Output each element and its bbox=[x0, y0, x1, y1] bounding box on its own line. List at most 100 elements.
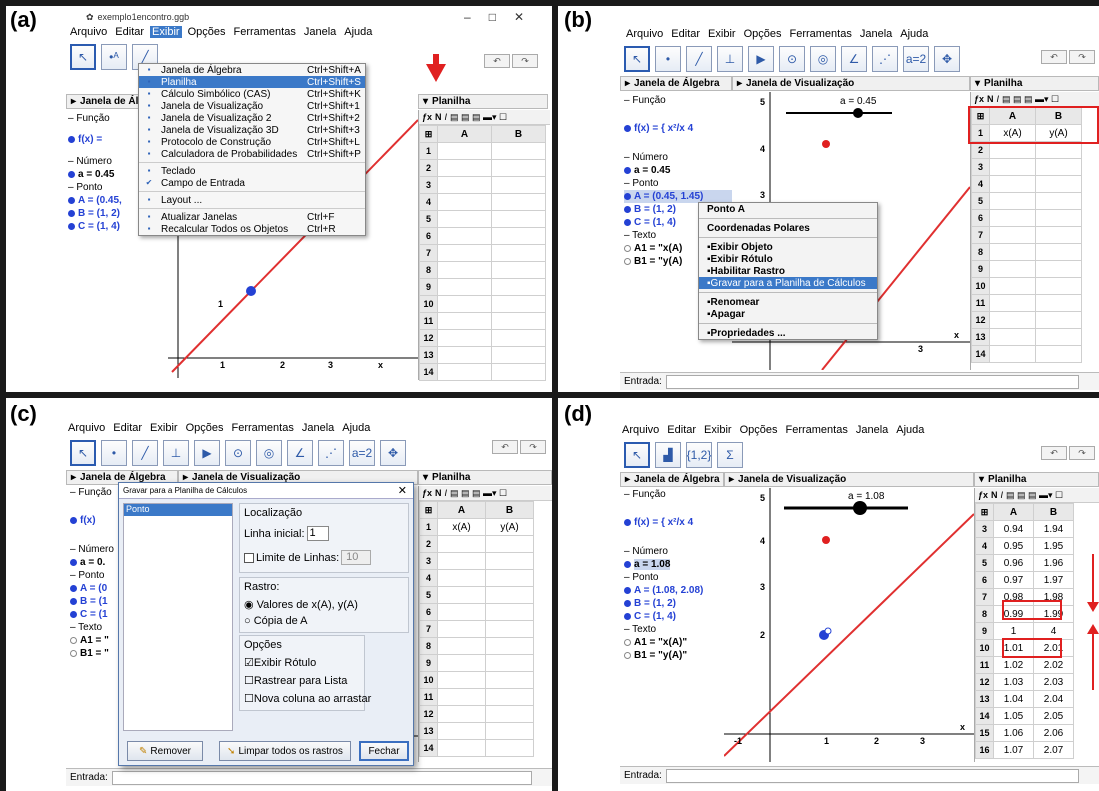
cell[interactable] bbox=[989, 328, 1036, 346]
cell[interactable]: 1.05 bbox=[993, 707, 1034, 725]
cell[interactable] bbox=[437, 722, 486, 740]
cell[interactable] bbox=[989, 175, 1036, 193]
cell[interactable]: 2.03 bbox=[1033, 673, 1074, 691]
cell[interactable] bbox=[989, 277, 1036, 295]
reflect-tool-icon[interactable]: ⋰ bbox=[872, 46, 898, 72]
menu-item-janela[interactable]: Janela bbox=[858, 28, 894, 40]
cell[interactable]: 1.02 bbox=[993, 656, 1034, 674]
cell[interactable] bbox=[437, 552, 486, 570]
context-item-habilitar-rastro[interactable]: ▪ Habilitar Rastro bbox=[699, 265, 877, 277]
row-header[interactable]: 13 bbox=[975, 690, 994, 708]
cell[interactable] bbox=[491, 210, 546, 228]
new-column-checkbox[interactable]: ☐Nova coluna ao arrastar bbox=[244, 692, 371, 705]
cell[interactable] bbox=[1035, 328, 1082, 346]
menu-item-planilha[interactable]: ▪ Planilha Ctrl+Shift+S bbox=[139, 76, 365, 88]
menu-item-arquivo[interactable]: Arquivo bbox=[66, 422, 107, 434]
cell[interactable] bbox=[1035, 226, 1082, 244]
cell[interactable] bbox=[437, 654, 486, 672]
row-header[interactable]: 11 bbox=[419, 312, 438, 330]
menu-item-c-lculo-simb-lico-cas-[interactable]: ▪ Cálculo Simbólico (CAS) Ctrl+Shift+K bbox=[139, 88, 365, 100]
menu-item-ferramentas[interactable]: Ferramentas bbox=[231, 26, 297, 38]
cell[interactable]: 1.95 bbox=[1033, 537, 1074, 555]
cell[interactable] bbox=[437, 637, 486, 655]
row-header[interactable]: 5 bbox=[419, 210, 438, 228]
row-header[interactable]: 10 bbox=[975, 639, 994, 657]
row-header[interactable]: 13 bbox=[419, 722, 438, 740]
cell[interactable]: 2.06 bbox=[1033, 724, 1074, 742]
cell[interactable]: 1.94 bbox=[1033, 520, 1074, 538]
cell[interactable] bbox=[437, 295, 492, 313]
move-view-tool-icon[interactable]: ✥ bbox=[380, 440, 406, 466]
row-header[interactable]: 7 bbox=[975, 588, 994, 606]
cell[interactable] bbox=[989, 311, 1036, 329]
perpendicular-tool-icon[interactable]: ⊥ bbox=[717, 46, 743, 72]
row-header[interactable]: 12 bbox=[419, 705, 438, 723]
row-header[interactable]: 8 bbox=[971, 243, 990, 261]
cell[interactable] bbox=[485, 637, 534, 655]
cell[interactable]: 0.96 bbox=[993, 554, 1034, 572]
row-header[interactable]: 7 bbox=[971, 226, 990, 244]
menu-item-janela[interactable]: Janela bbox=[300, 422, 336, 434]
point-tool-icon[interactable]: • bbox=[101, 440, 127, 466]
row-header[interactable]: 9 bbox=[419, 278, 438, 296]
move-view-tool-icon[interactable]: ✥ bbox=[934, 46, 960, 72]
spreadsheet[interactable]: ƒx N I ▤ ▤ ▤ ▬▾ ☐ ⊞ A B 1 x(A) y(A) 2 3 4 5 6 7 8 9 10… bbox=[418, 486, 552, 762]
cell[interactable] bbox=[989, 192, 1036, 210]
cell[interactable] bbox=[437, 688, 486, 706]
cell[interactable] bbox=[485, 654, 534, 672]
row-header[interactable]: 9 bbox=[971, 260, 990, 278]
menu-item-teclado[interactable]: ▪ Teclado bbox=[139, 165, 365, 177]
row-header[interactable]: 1 bbox=[419, 142, 438, 160]
column-header[interactable]: A bbox=[437, 125, 492, 143]
corner-cell[interactable]: ⊞ bbox=[975, 503, 994, 521]
row-header[interactable]: 11 bbox=[971, 294, 990, 312]
menu-item-ajuda[interactable]: Ajuda bbox=[340, 422, 372, 434]
row-header[interactable]: 14 bbox=[419, 363, 438, 381]
cell[interactable]: 2.04 bbox=[1033, 690, 1074, 708]
cell[interactable] bbox=[437, 603, 486, 621]
cell[interactable] bbox=[485, 722, 534, 740]
angle-tool-icon[interactable]: ∠ bbox=[287, 440, 313, 466]
cell[interactable]: y(A) bbox=[485, 518, 534, 536]
cell[interactable] bbox=[437, 620, 486, 638]
spreadsheet-grid[interactable]: ⊞ A B 1 x(A) y(A) 2 3 4 5 6 7 8 9 10 11 12 13 14 bbox=[971, 107, 1082, 363]
cell[interactable] bbox=[437, 671, 486, 689]
point-tool-icon[interactable]: • bbox=[655, 46, 681, 72]
column-header[interactable]: A bbox=[437, 501, 486, 519]
sum-tool-icon[interactable]: Σ bbox=[717, 442, 743, 468]
slider-tool-icon[interactable]: a=2 bbox=[903, 46, 929, 72]
cell[interactable]: 1 bbox=[993, 622, 1034, 640]
menu-item-atualizar-janelas[interactable]: ▪ Atualizar Janelas Ctrl+F bbox=[139, 211, 365, 223]
spreadsheet[interactable]: ƒx N I ▤ ▤ ▤ ▬▾ ☐ ⊞ A B 1 2 3 4 5 6 7 8 9 10 11 12 13 14 bbox=[418, 110, 550, 381]
row-header[interactable]: 11 bbox=[975, 656, 994, 674]
menu-item-ajuda[interactable]: Ajuda bbox=[342, 26, 374, 38]
input-field[interactable] bbox=[665, 374, 1079, 389]
start-row-input[interactable]: 1 bbox=[306, 526, 329, 541]
corner-cell[interactable]: ⊞ bbox=[419, 501, 438, 519]
cell[interactable] bbox=[437, 586, 486, 604]
window-controls[interactable]: –□✕ bbox=[464, 10, 542, 24]
spreadsheet[interactable]: ƒx N I ▤ ▤ ▤ ▬▾ ☐ ⊞ A B 3 0.94 1.94 4 0.95 1.95 5… bbox=[974, 488, 1099, 762]
cell[interactable] bbox=[485, 739, 534, 757]
undo-icon[interactable]: ↶ bbox=[484, 54, 510, 68]
cell[interactable]: 2.02 bbox=[1033, 656, 1074, 674]
cell[interactable] bbox=[437, 159, 492, 177]
menu-item-ferramentas[interactable]: Ferramentas bbox=[229, 422, 295, 434]
redo-icon[interactable]: ↷ bbox=[512, 54, 538, 68]
menu-item-ajuda[interactable]: Ajuda bbox=[898, 28, 930, 40]
row-header[interactable]: 16 bbox=[975, 741, 994, 759]
menu-item-exibir[interactable]: Exibir bbox=[706, 28, 738, 40]
menu-item-opções[interactable]: Opções bbox=[738, 424, 780, 436]
spreadsheet-grid[interactable]: ⊞ A B 3 0.94 1.94 4 0.95 1.95 5 0.96 1.96 6 0.97 1.97 7… bbox=[975, 503, 1074, 759]
context-item-exibir-r-tulo[interactable]: ▪ Exibir Rótulo bbox=[699, 253, 877, 265]
cell[interactable] bbox=[437, 278, 492, 296]
polygon-tool-icon[interactable]: ▶ bbox=[748, 46, 774, 72]
clear-traces-button[interactable]: ➘ Limpar todos os rastros bbox=[219, 741, 351, 761]
menu-item-editar[interactable]: Editar bbox=[665, 424, 698, 436]
cell[interactable] bbox=[1035, 175, 1082, 193]
menu-item-exibir[interactable]: Exibir bbox=[150, 26, 182, 38]
cell[interactable] bbox=[1035, 260, 1082, 278]
row-header[interactable]: 2 bbox=[419, 535, 438, 553]
cell[interactable] bbox=[1035, 277, 1082, 295]
row-header[interactable]: 4 bbox=[419, 193, 438, 211]
